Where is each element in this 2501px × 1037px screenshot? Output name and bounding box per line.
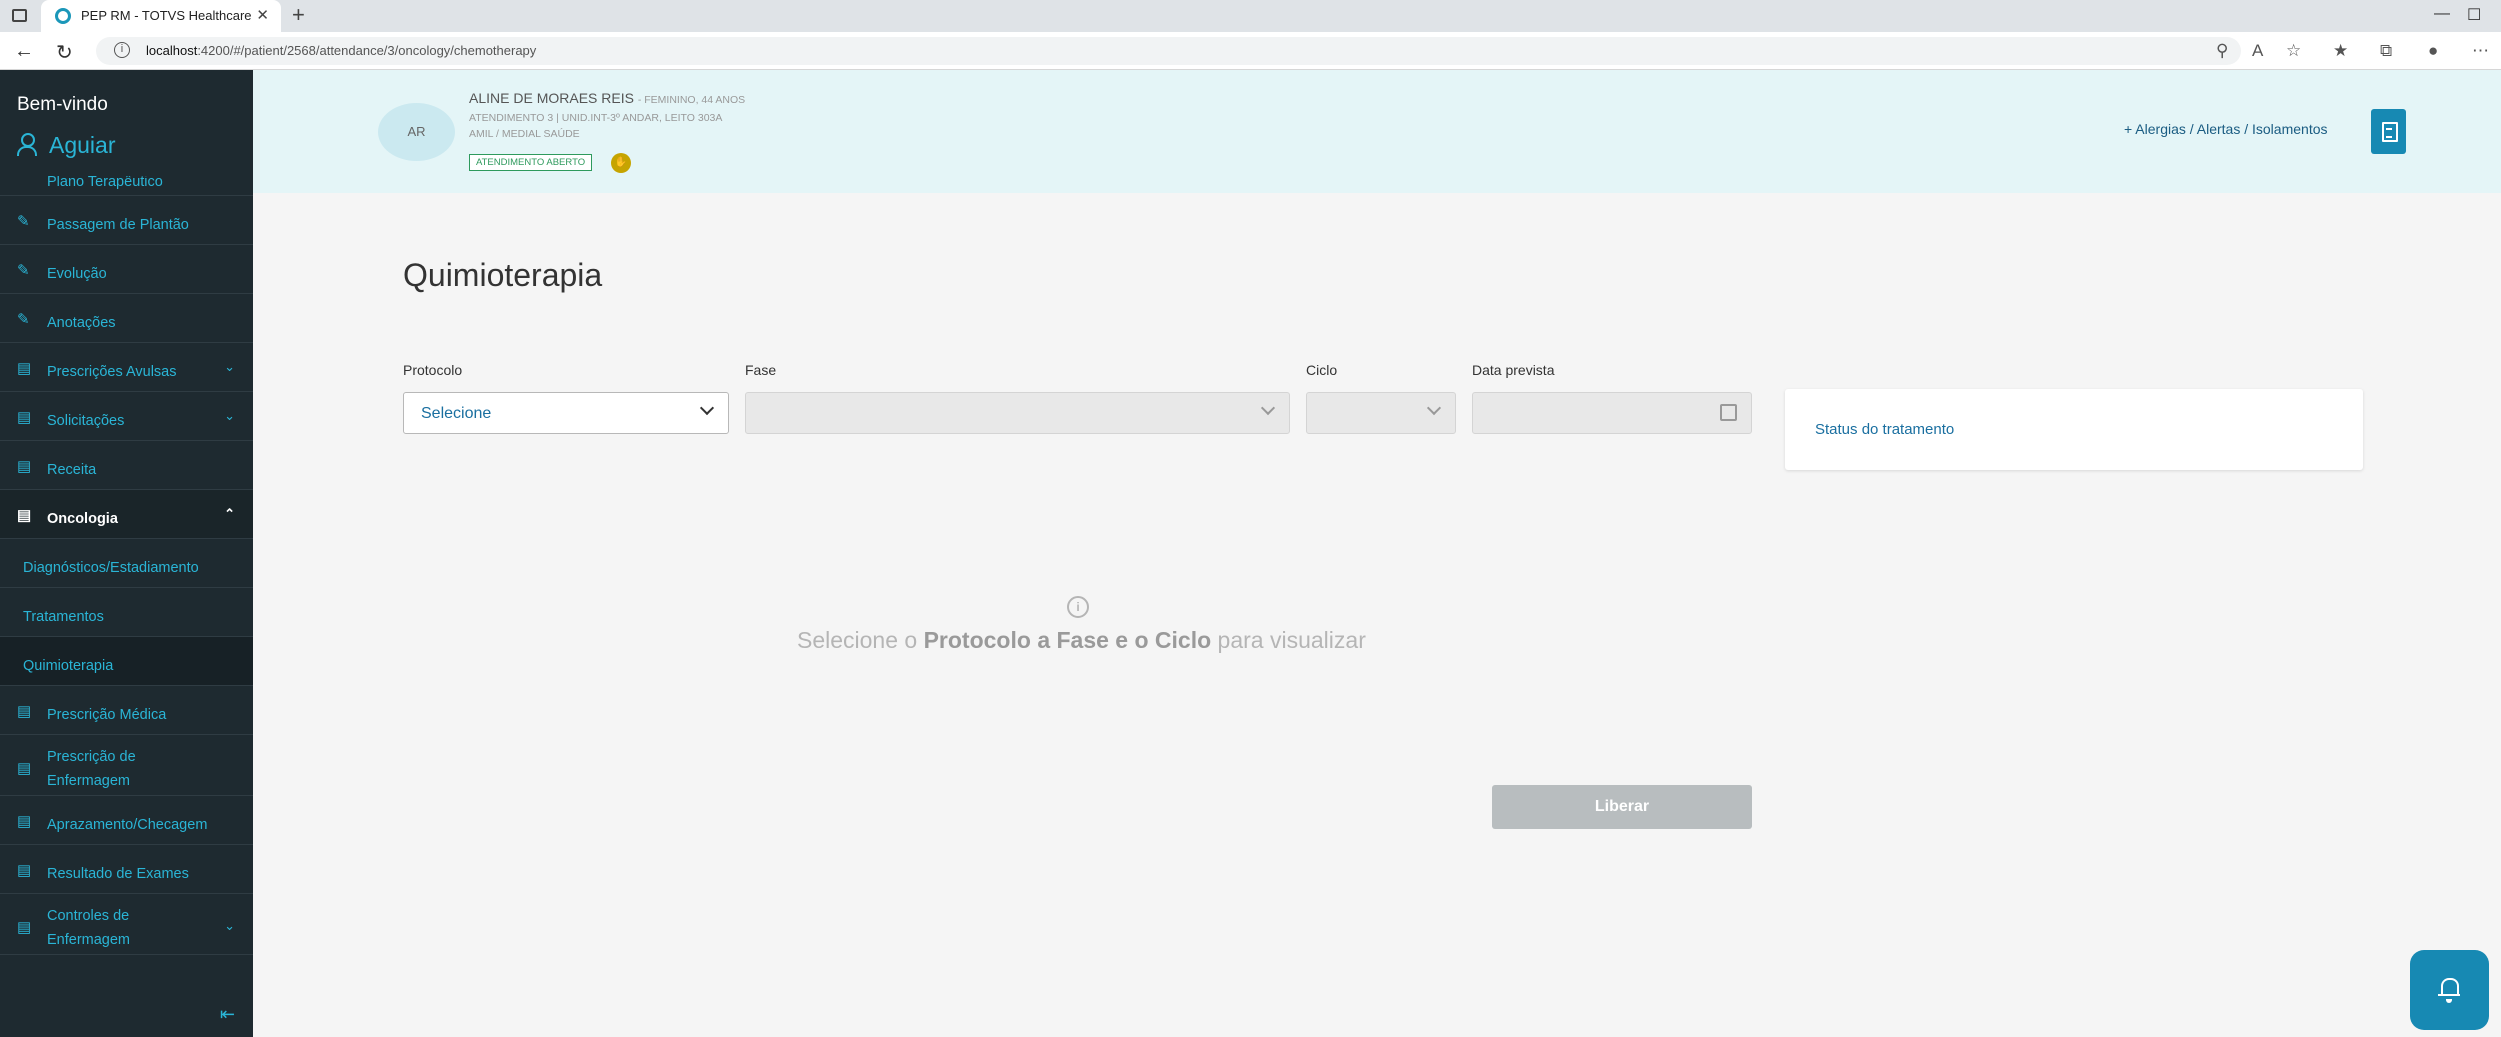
minimize-icon[interactable]: — <box>2434 5 2450 23</box>
allergy-icon[interactable]: ✋ <box>611 153 631 173</box>
sidebar-item-plano-terapeutico[interactable]: Plano Terapêutico <box>0 176 253 196</box>
status-tratamento-link[interactable]: Status do tratamento <box>1815 421 1954 438</box>
more-icon[interactable]: ⋯ <box>2472 41 2489 61</box>
sidebar-item-solicitacoes[interactable]: ▤ Solicitações ⌄ <box>0 392 253 441</box>
status-card: Status do tratamento <box>1785 389 2363 470</box>
sidebar-item-prescricao-enfermagem[interactable]: ▤ Prescrição de Enfermagem <box>0 735 253 796</box>
document-icon: ▤ <box>17 458 32 475</box>
sidebar-item-anotacoes[interactable]: ✎ Anotações <box>0 294 253 343</box>
chevron-down-icon: ⌄ <box>224 359 235 374</box>
key-icon[interactable]: ⚲ <box>2216 41 2228 61</box>
protocolo-label: Protocolo <box>403 362 463 378</box>
document-button[interactable] <box>2371 109 2406 154</box>
pencil-icon: ✎ <box>17 262 30 279</box>
sidebar-item-oncologia[interactable]: ▤ Oncologia ⌃ <box>0 490 253 539</box>
insurance-info: AMIL / MEDIAL SAÚDE <box>469 128 580 140</box>
collections-icon[interactable]: ⧉ <box>2380 41 2392 61</box>
notifications-button[interactable] <box>2410 950 2489 1030</box>
close-tab-icon[interactable]: ✕ <box>256 6 269 24</box>
protocolo-value: Selecione <box>421 405 492 422</box>
welcome-label: Bem-vindo <box>17 94 108 115</box>
profile-icon[interactable]: ● <box>2428 41 2438 61</box>
new-tab-button[interactable]: + <box>292 2 305 28</box>
attendance-info: ATENDIMENTO 3 | UNID.INT-3º ANDAR, LEITO… <box>469 112 723 124</box>
chevron-down-icon <box>1260 400 1276 416</box>
pencil-icon: ✎ <box>17 213 30 230</box>
data-prevista-label: Data prevista <box>1472 362 1555 378</box>
sidebar-subitem-tratamentos[interactable]: Tratamentos <box>0 588 253 637</box>
back-icon[interactable]: ← <box>14 40 34 63</box>
ciclo-select[interactable] <box>1306 392 1456 434</box>
sidebar-item-evolucao[interactable]: ✎ Evolução <box>0 245 253 294</box>
tab-actions-icon[interactable] <box>12 9 27 22</box>
fase-label: Fase <box>745 362 777 378</box>
site-info-icon[interactable]: i <box>114 42 130 58</box>
document-icon: ▤ <box>17 703 32 720</box>
info-icon: i <box>1067 596 1089 618</box>
tab-title: PEP RM - TOTVS Healthcare <box>81 8 252 23</box>
data-prevista-input[interactable] <box>1472 392 1752 434</box>
clipboard-icon: ▤ <box>17 919 32 936</box>
sidebar-subitem-diagnosticos[interactable]: Diagnósticos/Estadiamento <box>0 539 253 588</box>
chevron-down-icon <box>699 400 715 416</box>
bell-icon <box>2446 999 2452 1003</box>
user-name[interactable]: Aguiar <box>17 132 115 159</box>
sidebar-item-aprazamento[interactable]: ▤ Aprazamento/Checagem <box>0 796 253 845</box>
clipboard-icon: ▤ <box>17 409 32 426</box>
sidebar-item-prescricao-medica[interactable]: ▤ Prescrição Médica <box>0 686 253 735</box>
document-icon: ▤ <box>17 813 32 830</box>
avatar: AR <box>378 103 455 161</box>
url-input[interactable]: i localhost:4200/#/patient/2568/attendan… <box>96 37 2241 65</box>
address-bar: ← ↻ i localhost:4200/#/patient/2568/atte… <box>0 32 2501 70</box>
protocolo-select[interactable]: Selecione <box>403 392 729 434</box>
clipboard-icon: ▤ <box>17 360 32 377</box>
empty-state-message: Selecione o Protocolo a Fase e o Ciclo p… <box>797 627 1366 653</box>
chevron-up-icon: ⌃ <box>224 506 235 521</box>
sidebar-item-receita[interactable]: ▤ Receita <box>0 441 253 490</box>
ciclo-label: Ciclo <box>1306 362 1338 378</box>
favicon-icon <box>55 8 71 24</box>
alerts-link[interactable]: + Alergias / Alertas / Isolamentos <box>2124 121 2328 137</box>
sidebar-item-controles-enfermagem[interactable]: ▤ Controles de Enfermagem ⌄ <box>0 894 253 955</box>
browser-tab-bar: PEP RM - TOTVS Healthcare ✕ + — ☐ <box>0 0 2501 32</box>
collapse-menu-icon[interactable]: ⇤ <box>220 1004 235 1025</box>
maximize-icon[interactable]: ☐ <box>2467 5 2481 25</box>
page-title: Quimioterapia <box>403 257 603 293</box>
document-icon: ▤ <box>17 507 32 524</box>
chevron-down-icon <box>1426 400 1442 416</box>
chevron-down-icon: ⌄ <box>224 918 235 933</box>
sidebar-item-passagem-plantao[interactable]: ✎ Passagem de Plantão <box>0 196 253 245</box>
user-icon <box>17 133 37 156</box>
patient-header: AR ALINE DE MORAES REIS - FEMININO, 44 A… <box>253 70 2501 193</box>
favorite-add-icon[interactable]: ☆ <box>2286 41 2301 61</box>
sidebar-item-prescricoes-avulsas[interactable]: ▤ Prescrições Avulsas ⌄ <box>0 343 253 392</box>
status-badge: ATENDIMENTO ABERTO <box>469 154 593 171</box>
sidebar-item-resultado-exames[interactable]: ▤ Resultado de Exames <box>0 845 253 894</box>
sidebar-subitem-quimioterapia[interactable]: Quimioterapia <box>0 637 253 686</box>
document-icon: ▤ <box>17 760 32 777</box>
sidebar: Bem-vindo Aguiar Plano Terapêutico ✎ Pass… <box>0 70 253 1037</box>
fase-select[interactable] <box>745 392 1290 434</box>
sidebar-menu: Plano Terapêutico ✎ Passagem de Plantão ✎… <box>0 176 253 955</box>
url-text: localhost:4200/#/patient/2568/attendance… <box>146 43 537 58</box>
pencil-icon: ✎ <box>17 311 30 328</box>
calendar-icon[interactable] <box>1720 404 1737 421</box>
patient-name: ALINE DE MORAES REIS - FEMININO, 44 ANOS <box>469 90 746 106</box>
browser-tab[interactable]: PEP RM - TOTVS Healthcare ✕ <box>41 0 281 32</box>
liberar-button[interactable]: Liberar <box>1492 785 1752 829</box>
document-icon: ▤ <box>17 862 32 879</box>
read-aloud-icon[interactable]: A <box>2252 41 2263 61</box>
favorites-icon[interactable]: ★ <box>2333 41 2348 61</box>
refresh-icon[interactable]: ↻ <box>56 40 73 65</box>
chevron-down-icon: ⌄ <box>224 408 235 423</box>
